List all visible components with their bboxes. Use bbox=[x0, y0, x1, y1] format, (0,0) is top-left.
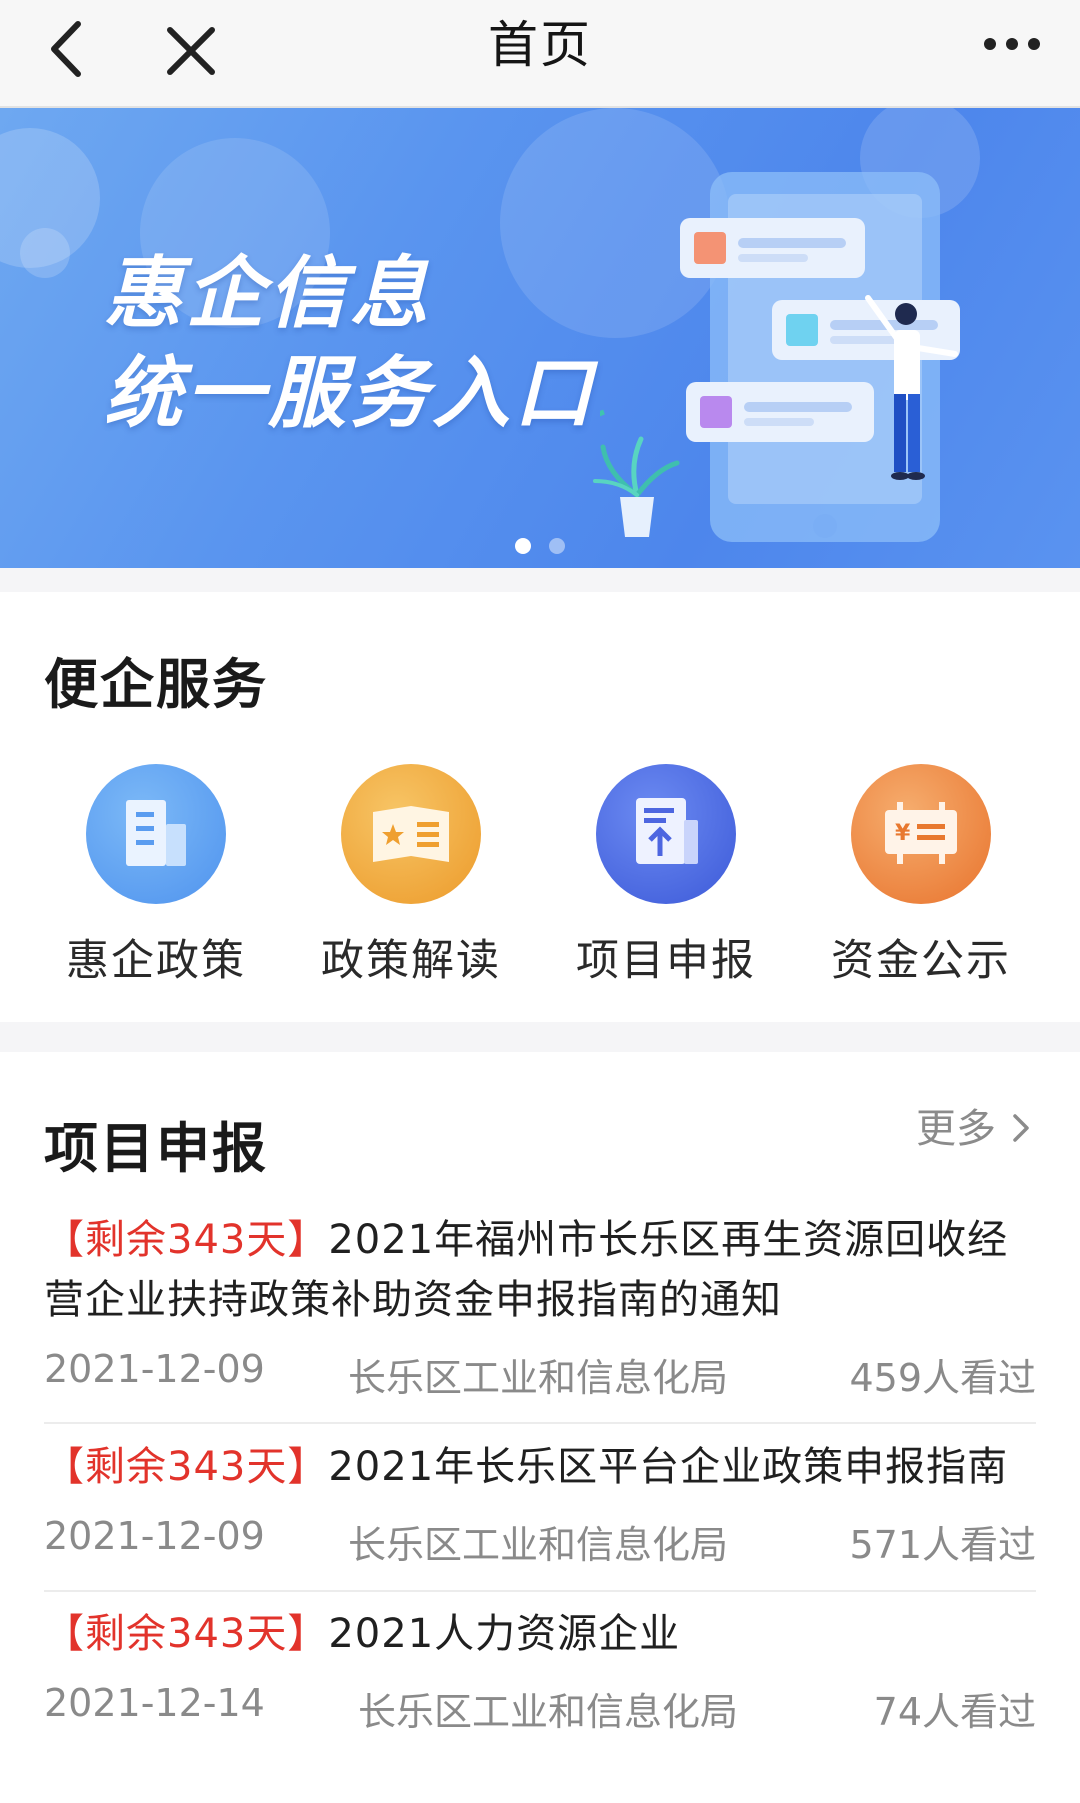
project-date: 2021-12-09 bbox=[44, 1514, 265, 1558]
service-interpretation[interactable]: 政策解读 bbox=[305, 764, 505, 986]
project-date: 2021-12-09 bbox=[44, 1347, 265, 1391]
project-item[interactable]: 【剩余343天】2021年长乐区平台企业政策申报指南 2021-12-09 长乐… bbox=[44, 1437, 1036, 1567]
project-views: 571人看过 bbox=[849, 1523, 1036, 1567]
plant-illustration bbox=[593, 436, 680, 537]
more-label: 更多 bbox=[916, 1106, 996, 1152]
service-label: 惠企政策 bbox=[66, 936, 246, 986]
project-title-line: 【剩余343天】2021年长乐区平台企业政策申报指南 bbox=[44, 1437, 1036, 1497]
money-board-icon: ¥ bbox=[851, 764, 991, 904]
service-label: 政策解读 bbox=[321, 936, 501, 986]
project-department: 长乐区工业和信息化局 bbox=[348, 1356, 729, 1400]
banner-bokeh bbox=[20, 228, 70, 278]
project-date: 2021-12-14 bbox=[44, 1681, 265, 1725]
service-label: 项目申报 bbox=[576, 936, 756, 986]
project-title: 2021年长乐区平台企业政策申报指南 bbox=[328, 1444, 1009, 1490]
list-divider bbox=[44, 1422, 1036, 1424]
carousel-dot-active[interactable] bbox=[515, 538, 531, 554]
project-department: 长乐区工业和信息化局 bbox=[348, 1523, 729, 1567]
svg-text:¥: ¥ bbox=[895, 821, 911, 846]
chevron-right-icon bbox=[1012, 1114, 1029, 1142]
service-funds[interactable]: ¥ 资金公示 bbox=[815, 764, 1015, 986]
page-title: 首页 bbox=[488, 16, 592, 74]
service-label: 资金公示 bbox=[831, 936, 1011, 986]
remaining-days-tag: 【剩余343天】 bbox=[44, 1217, 329, 1263]
policy-book-icon bbox=[341, 764, 481, 904]
project-meta: 2021-12-09 长乐区工业和信息化局 571人看过 bbox=[44, 1514, 1036, 1567]
service-policy[interactable]: 惠企政策 bbox=[50, 764, 250, 986]
project-item[interactable]: 【剩余343天】2021人力资源企业 2021-12-14 长乐区工业和信息化局… bbox=[44, 1604, 1036, 1734]
list-divider bbox=[44, 1590, 1036, 1592]
more-menu-button[interactable] bbox=[978, 14, 1058, 84]
service-application[interactable]: 项目申报 bbox=[560, 764, 760, 986]
carousel-dot[interactable] bbox=[549, 538, 565, 554]
project-item[interactable]: 【剩余343天】2021年福州市长乐区再生资源回收经营企业扶持政策补助资金申报指… bbox=[44, 1210, 1036, 1410]
project-views: 74人看过 bbox=[873, 1690, 1036, 1734]
banner-headline-2: 统一服务入口 bbox=[104, 349, 597, 439]
more-horizontal-icon bbox=[984, 38, 1040, 50]
carousel-indicator bbox=[0, 538, 1080, 558]
project-department: 长乐区工业和信息化局 bbox=[358, 1690, 739, 1734]
project-title-line: 【剩余343天】2021人力资源企业 bbox=[44, 1604, 1036, 1664]
project-title: 2021人力资源企业 bbox=[328, 1611, 681, 1657]
banner-headline-1: 惠企信息 bbox=[104, 249, 433, 339]
remaining-days-tag: 【剩余343天】 bbox=[44, 1611, 329, 1657]
more-link[interactable]: 更多 bbox=[916, 1096, 1033, 1154]
project-meta: 2021-12-14 长乐区工业和信息化局 74人看过 bbox=[44, 1681, 1036, 1734]
building-icon bbox=[86, 764, 226, 904]
hero-banner[interactable]: 惠企信息 统一服务入口 bbox=[0, 108, 1080, 568]
projects-title: 项目申报 bbox=[44, 1117, 268, 1180]
project-meta: 2021-12-09 长乐区工业和信息化局 459人看过 bbox=[44, 1347, 1036, 1400]
project-title-line: 【剩余343天】2021年福州市长乐区再生资源回收经营企业扶持政策补助资金申报指… bbox=[44, 1210, 1036, 1330]
remaining-days-tag: 【剩余343天】 bbox=[44, 1444, 329, 1490]
top-nav-bar: 首页 bbox=[0, 0, 1080, 108]
project-views: 459人看过 bbox=[849, 1356, 1036, 1400]
document-upload-icon bbox=[596, 764, 736, 904]
services-title: 便企服务 bbox=[44, 653, 268, 716]
